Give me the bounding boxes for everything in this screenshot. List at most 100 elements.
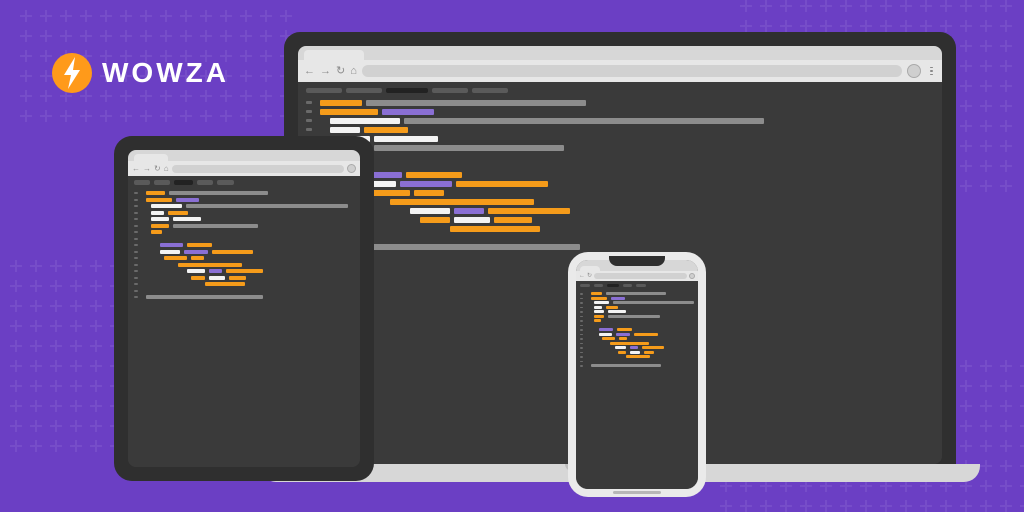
browser-window: ← ↻: [576, 260, 698, 489]
reload-icon[interactable]: ↻: [587, 273, 592, 279]
code-token: [382, 109, 434, 115]
code-token: [146, 198, 172, 202]
forward-icon[interactable]: →: [320, 66, 331, 77]
editor-tab[interactable]: [197, 180, 213, 185]
editor-tab[interactable]: [306, 88, 342, 93]
line-number-gutter: [580, 316, 583, 318]
code-token: [151, 204, 183, 208]
line-number-gutter: [580, 347, 583, 349]
code-line: [306, 126, 934, 133]
code-token: [404, 118, 764, 124]
line-number-gutter: [306, 119, 312, 122]
code-line: [134, 282, 354, 287]
code-line: [580, 319, 694, 323]
code-token: [184, 250, 207, 254]
phone-notch: [609, 256, 665, 266]
editor-tab[interactable]: [636, 284, 646, 287]
editor-tab[interactable]: [217, 180, 233, 185]
code-token: [456, 181, 548, 187]
code-token: [617, 328, 632, 331]
code-line: [134, 249, 354, 254]
code-token: [209, 269, 223, 273]
line-number-gutter: [134, 257, 138, 259]
code-line: [580, 364, 694, 368]
code-line: [134, 256, 354, 261]
code-line: [306, 117, 934, 124]
code-line: [580, 328, 694, 332]
code-line: [134, 204, 354, 209]
code-token: [187, 269, 205, 273]
browser-window: ← → ↻ ⌂: [128, 150, 360, 467]
code-line: [306, 162, 934, 169]
editor-tab[interactable]: [174, 180, 193, 185]
back-icon[interactable]: ←: [579, 273, 585, 279]
code-token: [608, 310, 625, 313]
code-line: [134, 295, 354, 300]
code-token: [454, 208, 484, 214]
address-bar[interactable]: [594, 273, 687, 279]
code-token: [613, 301, 694, 304]
profile-avatar-icon[interactable]: [689, 273, 695, 279]
code-line: [306, 144, 934, 151]
code-token: [615, 346, 626, 349]
code-line: [306, 234, 934, 241]
code-token: [320, 109, 378, 115]
code-token: [618, 351, 626, 354]
editor-tab[interactable]: [623, 284, 633, 287]
code-token: [406, 172, 462, 178]
editor-tab[interactable]: [134, 180, 150, 185]
code-token: [594, 306, 602, 309]
code-line: [580, 301, 694, 305]
line-number-gutter: [580, 352, 583, 354]
line-number-gutter: [134, 218, 138, 220]
code-token: [599, 333, 611, 336]
line-number-gutter: [134, 283, 138, 285]
code-token: [364, 127, 408, 133]
menu-icon[interactable]: [926, 67, 936, 76]
editor-tab[interactable]: [432, 88, 468, 93]
code-line: [306, 198, 934, 205]
code-token: [164, 256, 187, 260]
home-icon[interactable]: ⌂: [350, 66, 357, 77]
code-token: [229, 276, 246, 280]
back-icon[interactable]: ←: [132, 165, 140, 173]
code-token: [634, 333, 659, 336]
address-bar[interactable]: [362, 65, 902, 77]
editor-tab[interactable]: [154, 180, 170, 185]
code-token: [616, 333, 630, 336]
editor-tab[interactable]: [607, 284, 618, 287]
code-line: [134, 197, 354, 202]
address-bar[interactable]: [172, 165, 344, 173]
code-token: [494, 217, 532, 223]
editor-tab[interactable]: [346, 88, 382, 93]
reload-icon[interactable]: ↻: [154, 165, 161, 173]
code-line: [580, 355, 694, 359]
code-token: [212, 250, 253, 254]
code-token: [320, 100, 362, 106]
reload-icon[interactable]: ↻: [336, 66, 345, 77]
code-token: [626, 355, 650, 358]
code-token: [606, 292, 665, 295]
code-token: [644, 351, 654, 354]
code-token: [173, 224, 259, 228]
editor-tab[interactable]: [594, 284, 604, 287]
browser-tab[interactable]: [134, 154, 168, 161]
back-icon[interactable]: ←: [304, 66, 315, 77]
forward-icon[interactable]: →: [143, 165, 151, 173]
code-line: [580, 333, 694, 337]
code-line: [306, 180, 934, 187]
code-token: [191, 276, 205, 280]
line-number-gutter: [134, 192, 138, 194]
editor-tab[interactable]: [472, 88, 508, 93]
code-token: [594, 301, 610, 304]
line-number-gutter: [134, 244, 138, 246]
profile-avatar-icon[interactable]: [907, 64, 921, 78]
editor-tab[interactable]: [386, 88, 428, 93]
editor-tab[interactable]: [580, 284, 590, 287]
code-token: [151, 217, 169, 221]
line-number-gutter: [134, 231, 138, 233]
browser-tab[interactable]: [304, 50, 364, 60]
home-icon[interactable]: ⌂: [164, 165, 169, 173]
profile-avatar-icon[interactable]: [347, 164, 356, 173]
line-number-gutter: [134, 290, 138, 292]
